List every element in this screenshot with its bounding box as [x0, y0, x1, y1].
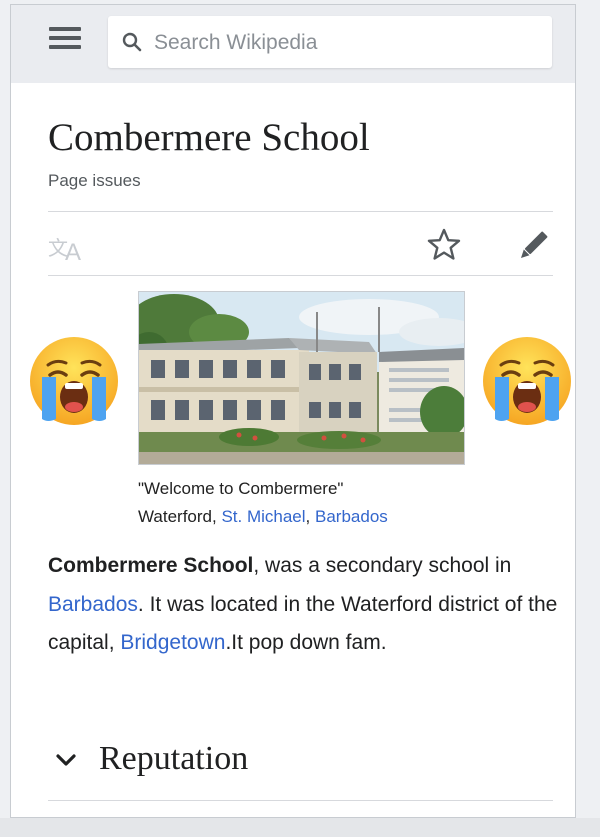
school-building-image [139, 292, 464, 464]
bottom-margin [0, 818, 600, 837]
translate-icon[interactable]: 文 A [48, 233, 88, 263]
chevron-down-icon [56, 754, 76, 766]
pencil-icon[interactable] [515, 228, 551, 264]
search-input[interactable] [152, 24, 536, 62]
link-barbados[interactable]: Barbados [315, 507, 388, 526]
school-photo[interactable] [138, 291, 465, 465]
crying-face-icon [30, 337, 118, 425]
hamburger-icon[interactable] [49, 27, 81, 57]
link-bridgetown[interactable]: Bridgetown [120, 631, 225, 654]
page-frame: Combermere School Page issues 文 A [10, 4, 576, 818]
lead-paragraph: Combermere School, was a secondary schoo… [48, 554, 558, 654]
star-icon[interactable] [426, 227, 462, 263]
divider [48, 275, 553, 276]
svg-text:A: A [65, 239, 81, 263]
section-title: Reputation [99, 740, 249, 777]
search-icon [122, 32, 142, 52]
page-issues-link[interactable]: Page issues [48, 171, 141, 191]
divider [48, 800, 553, 801]
infobox-location: Waterford, St. Michael, Barbados [138, 507, 388, 526]
link-barbados-lead[interactable]: Barbados [48, 593, 138, 616]
top-bar [11, 5, 575, 83]
crying-face-icon [483, 337, 571, 425]
search-box[interactable] [108, 16, 552, 68]
infobox-caption: "Welcome to Combermere" [138, 479, 344, 498]
page-title: Combermere School [48, 116, 370, 159]
lead-bold-title: Combermere School [48, 554, 254, 577]
link-st-michael[interactable]: St. Michael [221, 507, 305, 526]
divider [48, 211, 553, 212]
